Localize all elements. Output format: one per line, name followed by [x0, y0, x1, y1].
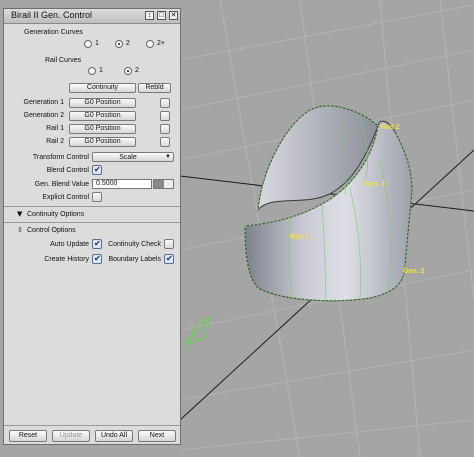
rebuild-button[interactable]: Rebld: [138, 83, 171, 93]
control-options-label: Control Options: [27, 227, 76, 234]
divider: [4, 222, 180, 223]
continuity-options-label: Continuity Options: [27, 211, 85, 218]
rail-1-label: Rail 1: [290, 234, 309, 241]
gen-blend-slider-fill: [154, 180, 164, 188]
divider: [4, 206, 180, 207]
rail-1-continuity-button[interactable]: G0 Position: [69, 124, 136, 134]
auto-update-label: Auto Update: [50, 241, 89, 248]
rail-1-row-label: Rail 1: [46, 125, 64, 132]
rail-2-label: Rail 2: [381, 124, 400, 131]
undo-all-button[interactable]: Undo All: [95, 430, 133, 442]
continuity-check-label: Continuity Check: [108, 241, 161, 248]
gen-curves-option-2plus: 2+: [157, 40, 165, 47]
boundary-labels-label: Boundary Labels: [108, 256, 161, 263]
gen-curves-option-2: 2: [126, 40, 130, 47]
gen-blend-value-label: Gen. Blend Value: [34, 181, 89, 188]
close-icon[interactable]: ✕: [169, 11, 178, 20]
update-button[interactable]: Update: [52, 430, 90, 442]
transform-control-value: Scale: [119, 154, 137, 161]
birail-control-window: Birail II Gen. Control ↕ □ ✕ Generation …: [3, 8, 181, 445]
rail-curves-label: Rail Curves: [45, 57, 82, 64]
explicit-control-label: Explicit Control: [42, 194, 89, 201]
generation-1-label: Generation 1: [23, 99, 64, 106]
rail-2-continuity-button[interactable]: G0 Position: [69, 137, 136, 147]
gen-curves-radio-1[interactable]: [84, 40, 92, 48]
axis-triad-icon: [184, 317, 211, 346]
expanded-arrow-icon: ⇳: [17, 226, 23, 234]
gen-2-label: Gen. 2: [403, 268, 425, 275]
rail-curves-radio-1[interactable]: [88, 67, 96, 75]
blend-control-label: Blend Control: [46, 167, 89, 174]
continuity-options-section[interactable]: ▼ Continuity Options: [17, 210, 84, 218]
gen-1-label: Gen. 1: [364, 181, 386, 188]
collapsed-arrow-icon: ▼: [17, 210, 23, 218]
window-title: Birail II Gen. Control: [11, 10, 93, 20]
generation-curves-label: Generation Curves: [24, 29, 83, 36]
generation-1-rebuild-toggle[interactable]: [160, 98, 170, 108]
gen-curves-radio-2[interactable]: [115, 40, 123, 48]
generation-2-continuity-button[interactable]: G0 Position: [69, 111, 136, 121]
resize-icon[interactable]: ↕: [145, 11, 154, 20]
create-history-label: Create History: [44, 256, 89, 263]
gen-curves-radio-2plus[interactable]: [146, 40, 154, 48]
rail-1-rebuild-toggle[interactable]: [160, 124, 170, 134]
rail-curves-radio-2[interactable]: [124, 67, 132, 75]
control-options-section[interactable]: ⇳ Control Options: [17, 226, 76, 234]
reset-button[interactable]: Reset: [9, 430, 47, 442]
create-history-checkbox[interactable]: [92, 254, 102, 264]
gen-curves-option-1: 1: [95, 40, 99, 47]
rail-2-rebuild-toggle[interactable]: [160, 137, 170, 147]
blend-control-checkbox[interactable]: [92, 165, 102, 175]
generation-2-rebuild-toggle[interactable]: [160, 111, 170, 121]
auto-update-checkbox[interactable]: [92, 239, 102, 249]
rail-curves-option-1: 1: [99, 67, 103, 74]
continuity-button[interactable]: Continuity: [69, 83, 136, 93]
boundary-labels-checkbox[interactable]: [164, 254, 174, 264]
generation-2-label: Generation 2: [23, 112, 64, 119]
gen-blend-value-field[interactable]: 0.5000: [92, 179, 152, 189]
divider: [4, 425, 180, 426]
chevron-down-icon: ▼: [165, 154, 171, 160]
transform-control-select[interactable]: Scale ▼: [92, 152, 174, 162]
transform-control-label: Transform Control: [32, 154, 89, 161]
explicit-control-checkbox[interactable]: [92, 192, 102, 202]
continuity-check-checkbox[interactable]: [164, 239, 174, 249]
generation-1-continuity-button[interactable]: G0 Position: [69, 98, 136, 108]
window-titlebar[interactable]: Birail II Gen. Control ↕ □ ✕: [4, 9, 180, 24]
next-button[interactable]: Next: [138, 430, 176, 442]
rail-2-row-label: Rail 2: [46, 138, 64, 145]
maximize-icon[interactable]: □: [157, 11, 166, 20]
birail-surface[interactable]: [244, 105, 413, 303]
gen-blend-slider[interactable]: [153, 179, 174, 189]
rail-curves-option-2: 2: [135, 67, 139, 74]
